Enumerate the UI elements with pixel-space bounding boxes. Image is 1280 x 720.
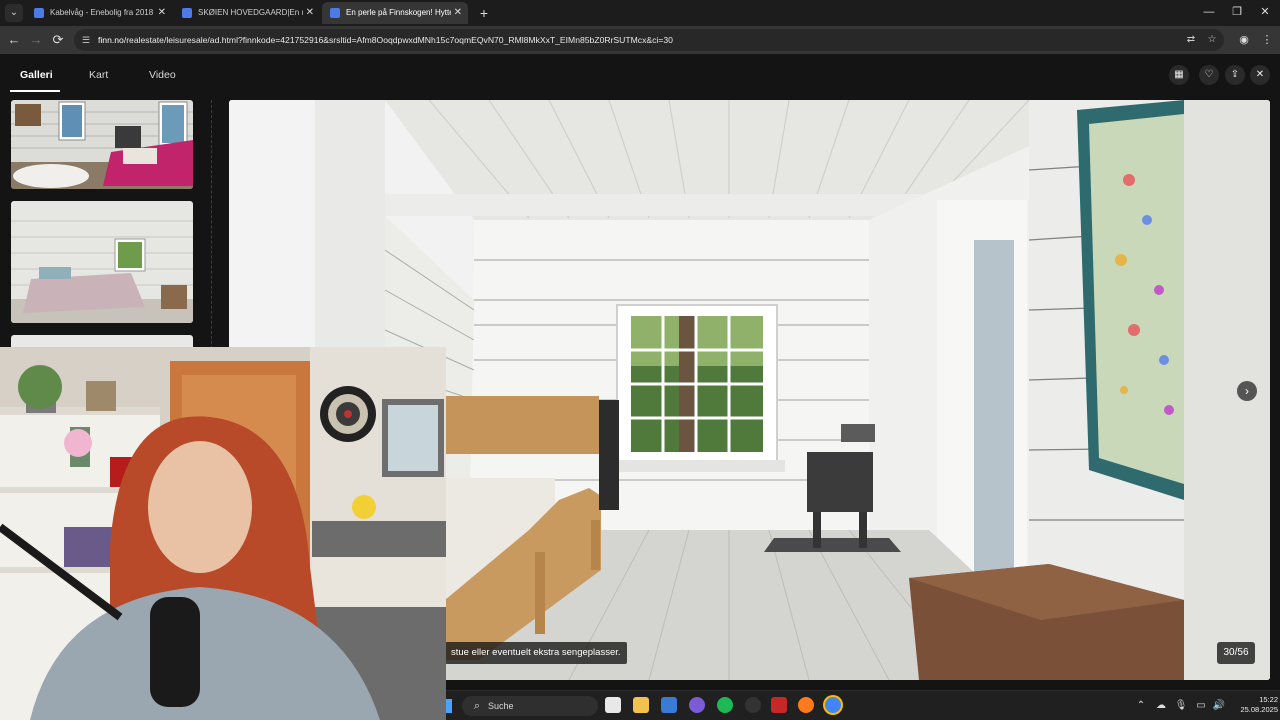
tab-title: Kabelvåg - Enebolig fra 2018 m bbox=[50, 8, 155, 17]
finn-favicon-icon bbox=[34, 8, 44, 18]
taskbar-clock[interactable]: 15:22 25.08.2025 bbox=[1232, 695, 1278, 715]
clock-date: 25.08.2025 bbox=[1240, 705, 1278, 714]
tray-overflow-icon[interactable]: ⌃ bbox=[1134, 699, 1148, 713]
volume-icon[interactable]: 🔊 bbox=[1212, 699, 1226, 713]
browser-toolbar: ← → ⟳ ☰ finn.no/realestate/leisuresale/a… bbox=[0, 26, 1280, 54]
url-text: finn.no/realestate/leisuresale/ad.html?f… bbox=[98, 35, 673, 45]
next-photo-button[interactable]: › bbox=[1237, 381, 1257, 401]
app-icon[interactable] bbox=[745, 697, 761, 713]
tab-kart[interactable]: Kart bbox=[89, 69, 108, 81]
taskbar-search-box[interactable]: ⌕ Suche bbox=[462, 696, 598, 716]
finn-favicon-icon bbox=[330, 8, 340, 18]
windows-taskbar: ⌕ Suche ⌃ ☁ 🎙 ▭ 🔊 15:22 25.08.2025 bbox=[446, 690, 1280, 720]
thumbnail-bedroom[interactable] bbox=[11, 201, 193, 323]
tab-galleri[interactable]: Galleri bbox=[20, 69, 53, 81]
gallery-tabs: Galleri Kart Video ▦ ♡ ⇪ ✕ bbox=[0, 54, 1280, 96]
discord-icon[interactable] bbox=[689, 697, 705, 713]
back-button[interactable]: ← bbox=[5, 31, 23, 49]
tab-title: SKØIEN HOVEDGAARD|En unik bbox=[198, 8, 303, 17]
bookmark-star-icon[interactable]: ☆ bbox=[1205, 33, 1219, 47]
store-icon[interactable] bbox=[661, 697, 677, 713]
close-tab-icon[interactable]: ✕ bbox=[454, 2, 462, 24]
browser-tab-strip: ⌄ Kabelvåg - Enebolig fra 2018 m ✕ SKØIE… bbox=[0, 0, 1280, 26]
profile-icon[interactable]: ◉ bbox=[1235, 31, 1253, 49]
forward-button[interactable]: → bbox=[27, 31, 45, 49]
browser-tab-1[interactable]: Kabelvåg - Enebolig fra 2018 m ✕ bbox=[26, 2, 172, 24]
webcam-image bbox=[0, 347, 446, 720]
share-icon[interactable]: ⇪ bbox=[1225, 65, 1245, 85]
tab-title: En perle på Finnskogen! Hytte bbox=[346, 8, 451, 17]
photo-caption: stue eller eventuelt ekstra sengeplasser… bbox=[445, 642, 627, 664]
favorite-heart-icon[interactable]: ♡ bbox=[1199, 65, 1219, 85]
cloud-icon[interactable]: ☁ bbox=[1154, 699, 1168, 713]
thumbnail-image bbox=[11, 100, 193, 189]
close-tab-icon[interactable]: ✕ bbox=[306, 2, 314, 24]
webcam-overlay bbox=[0, 347, 446, 720]
site-info-icon[interactable]: ☰ bbox=[80, 34, 92, 46]
calendar-icon[interactable]: ▦ bbox=[1169, 65, 1189, 85]
translate-icon[interactable]: ⇄ bbox=[1184, 33, 1198, 47]
tab-search-button[interactable]: ⌄ bbox=[5, 4, 23, 22]
search-icon: ⌕ bbox=[473, 700, 481, 712]
close-window-button[interactable]: ✕ bbox=[1251, 0, 1279, 24]
screen: ⌄ Kabelvåg - Enebolig fra 2018 m ✕ SKØIE… bbox=[0, 0, 1280, 720]
active-tab-underline bbox=[10, 90, 60, 92]
task-view-icon[interactable] bbox=[605, 697, 621, 713]
close-gallery-icon[interactable]: ✕ bbox=[1250, 65, 1270, 85]
new-tab-button[interactable]: + bbox=[474, 3, 494, 23]
reload-button[interactable]: ⟳ bbox=[49, 31, 67, 49]
firefox-icon[interactable] bbox=[798, 697, 814, 713]
restore-button[interactable]: ❐ bbox=[1223, 0, 1251, 24]
close-tab-icon[interactable]: ✕ bbox=[158, 2, 166, 24]
spotify-icon[interactable] bbox=[717, 697, 733, 713]
minimize-button[interactable]: — bbox=[1195, 0, 1223, 24]
chrome-icon[interactable] bbox=[825, 697, 841, 713]
display-icon[interactable]: ▭ bbox=[1194, 699, 1208, 713]
tab-video[interactable]: Video bbox=[149, 69, 176, 81]
file-explorer-icon[interactable] bbox=[633, 697, 649, 713]
thumbnail-living-room[interactable] bbox=[11, 100, 193, 189]
browser-tab-3[interactable]: En perle på Finnskogen! Hytte ✕ bbox=[322, 2, 468, 24]
thumbnail-image bbox=[11, 201, 193, 323]
start-icon[interactable] bbox=[446, 699, 452, 713]
voicemod-icon[interactable] bbox=[771, 697, 787, 713]
photo-counter: 30/56 bbox=[1217, 642, 1255, 664]
browser-tab-2[interactable]: SKØIEN HOVEDGAARD|En unik ✕ bbox=[174, 2, 320, 24]
taskbar-search-label: Suche bbox=[488, 701, 514, 711]
microphone-icon[interactable]: 🎙 bbox=[1174, 699, 1188, 713]
finn-favicon-icon bbox=[182, 8, 192, 18]
browser-menu-icon[interactable]: ⋮ bbox=[1258, 31, 1276, 49]
clock-time: 15:22 bbox=[1259, 695, 1278, 704]
address-bar[interactable]: ☰ finn.no/realestate/leisuresale/ad.html… bbox=[74, 29, 1224, 51]
